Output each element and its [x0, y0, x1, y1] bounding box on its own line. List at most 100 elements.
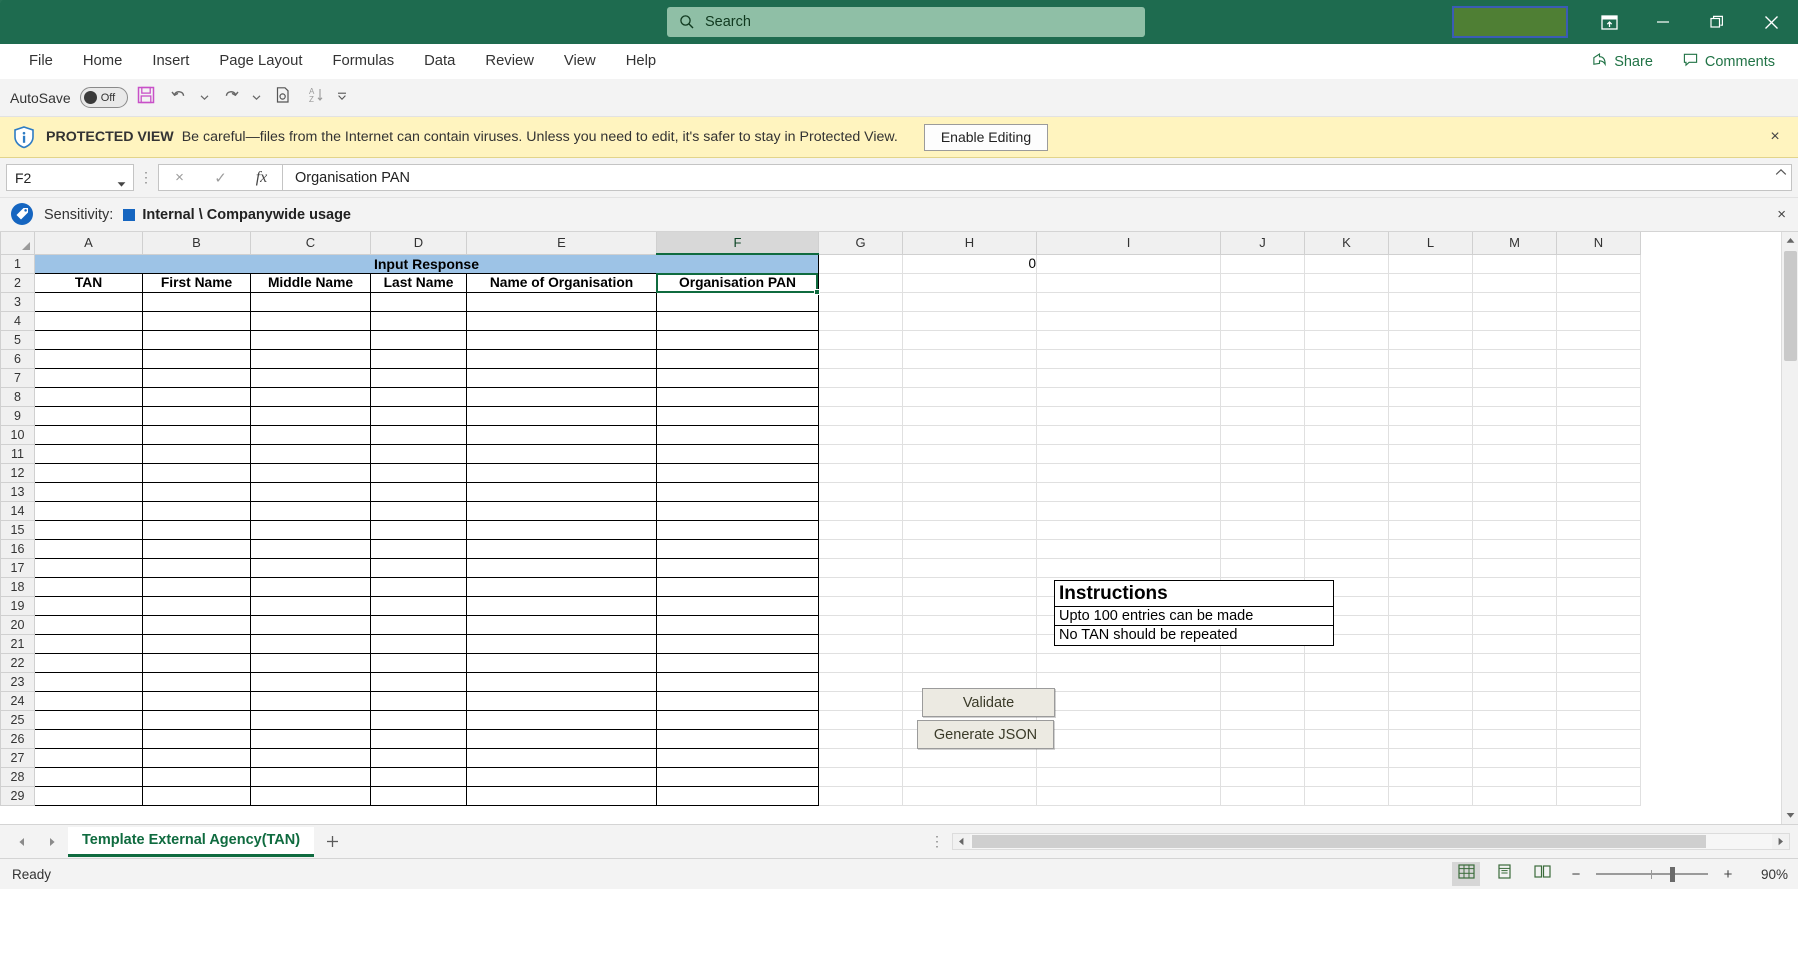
cell-F25[interactable] [657, 710, 819, 729]
cell-A24[interactable] [35, 691, 143, 710]
cell-N26[interactable] [1557, 729, 1641, 748]
cell-J2[interactable] [1221, 273, 1305, 292]
cell-I25[interactable] [1037, 710, 1221, 729]
cell-G22[interactable] [819, 653, 903, 672]
cell-G4[interactable] [819, 311, 903, 330]
cell-M3[interactable] [1473, 292, 1557, 311]
cell-N7[interactable] [1557, 368, 1641, 387]
cell-H7[interactable] [903, 368, 1037, 387]
vertical-scroll-thumb[interactable] [1784, 251, 1797, 361]
minimize-button[interactable] [1636, 0, 1690, 44]
cell-E18[interactable] [467, 577, 657, 596]
select-all-button[interactable] [1, 232, 35, 254]
cell-N13[interactable] [1557, 482, 1641, 501]
cell-C15[interactable] [251, 520, 371, 539]
cell-G5[interactable] [819, 330, 903, 349]
sort-ascending-button[interactable]: AZ [301, 84, 331, 112]
ribbon-tab-home[interactable]: Home [68, 47, 137, 75]
cell-F6[interactable] [657, 349, 819, 368]
cell-B25[interactable] [143, 710, 251, 729]
save-button[interactable] [131, 84, 161, 112]
cell-K28[interactable] [1305, 767, 1389, 786]
cell-M8[interactable] [1473, 387, 1557, 406]
cell-M21[interactable] [1473, 634, 1557, 653]
cell-J16[interactable] [1221, 539, 1305, 558]
cell-I28[interactable] [1037, 767, 1221, 786]
cell-H22[interactable] [903, 653, 1037, 672]
cell-G3[interactable] [819, 292, 903, 311]
cell-H21[interactable] [903, 634, 1037, 653]
cell-J28[interactable] [1221, 767, 1305, 786]
cell-D16[interactable] [371, 539, 467, 558]
cell-E13[interactable] [467, 482, 657, 501]
cell-N2[interactable] [1557, 273, 1641, 292]
cell-B7[interactable] [143, 368, 251, 387]
cell-I27[interactable] [1037, 748, 1221, 767]
cell-M26[interactable] [1473, 729, 1557, 748]
row-header-28[interactable]: 28 [1, 767, 35, 786]
zoom-slider-thumb[interactable] [1670, 867, 1675, 882]
cell-L1[interactable] [1389, 254, 1473, 273]
cell-E19[interactable] [467, 596, 657, 615]
cell-L20[interactable] [1389, 615, 1473, 634]
cell-I12[interactable] [1037, 463, 1221, 482]
cell-J27[interactable] [1221, 748, 1305, 767]
cell-F18[interactable] [657, 577, 819, 596]
cell-H6[interactable] [903, 349, 1037, 368]
cell-B24[interactable] [143, 691, 251, 710]
restore-button[interactable] [1690, 0, 1744, 44]
column-header-b[interactable]: B [143, 232, 251, 254]
cell-I11[interactable] [1037, 444, 1221, 463]
cell-E17[interactable] [467, 558, 657, 577]
next-sheet-button[interactable] [38, 828, 66, 856]
column-header-i[interactable]: I [1037, 232, 1221, 254]
cell-H3[interactable] [903, 292, 1037, 311]
cell-G1[interactable] [819, 254, 903, 273]
cell-C5[interactable] [251, 330, 371, 349]
cell-L7[interactable] [1389, 368, 1473, 387]
search-box[interactable]: Search [667, 7, 1145, 37]
cell-K22[interactable] [1305, 653, 1389, 672]
cell-I17[interactable] [1037, 558, 1221, 577]
print-preview-button[interactable] [268, 84, 298, 112]
row-header-29[interactable]: 29 [1, 786, 35, 805]
cell-K17[interactable] [1305, 558, 1389, 577]
cell-H2[interactable] [903, 273, 1037, 292]
cell-E5[interactable] [467, 330, 657, 349]
cell-A23[interactable] [35, 672, 143, 691]
cell-M5[interactable] [1473, 330, 1557, 349]
cell-F12[interactable] [657, 463, 819, 482]
row-header-23[interactable]: 23 [1, 672, 35, 691]
row-header-7[interactable]: 7 [1, 368, 35, 387]
cell-M25[interactable] [1473, 710, 1557, 729]
row-header-21[interactable]: 21 [1, 634, 35, 653]
close-sensitivity-bar-button[interactable]: × [1777, 206, 1786, 223]
cell-I26[interactable] [1037, 729, 1221, 748]
cell-L27[interactable] [1389, 748, 1473, 767]
cell-M20[interactable] [1473, 615, 1557, 634]
cell-C13[interactable] [251, 482, 371, 501]
row-header-4[interactable]: 4 [1, 311, 35, 330]
cell-E14[interactable] [467, 501, 657, 520]
row-header-13[interactable]: 13 [1, 482, 35, 501]
cell-D7[interactable] [371, 368, 467, 387]
cell-A21[interactable] [35, 634, 143, 653]
cell-D22[interactable] [371, 653, 467, 672]
cell-H19[interactable] [903, 596, 1037, 615]
cell-G20[interactable] [819, 615, 903, 634]
ribbon-tab-formulas[interactable]: Formulas [317, 47, 409, 75]
cell-N8[interactable] [1557, 387, 1641, 406]
cell-L26[interactable] [1389, 729, 1473, 748]
cell-E26[interactable] [467, 729, 657, 748]
cell-F23[interactable] [657, 672, 819, 691]
cell-M16[interactable] [1473, 539, 1557, 558]
cell-H11[interactable] [903, 444, 1037, 463]
cell-H5[interactable] [903, 330, 1037, 349]
cell-G26[interactable] [819, 729, 903, 748]
cell-E8[interactable] [467, 387, 657, 406]
cell-L11[interactable] [1389, 444, 1473, 463]
cell-D23[interactable] [371, 672, 467, 691]
cell-N28[interactable] [1557, 767, 1641, 786]
row-header-5[interactable]: 5 [1, 330, 35, 349]
cell-A4[interactable] [35, 311, 143, 330]
